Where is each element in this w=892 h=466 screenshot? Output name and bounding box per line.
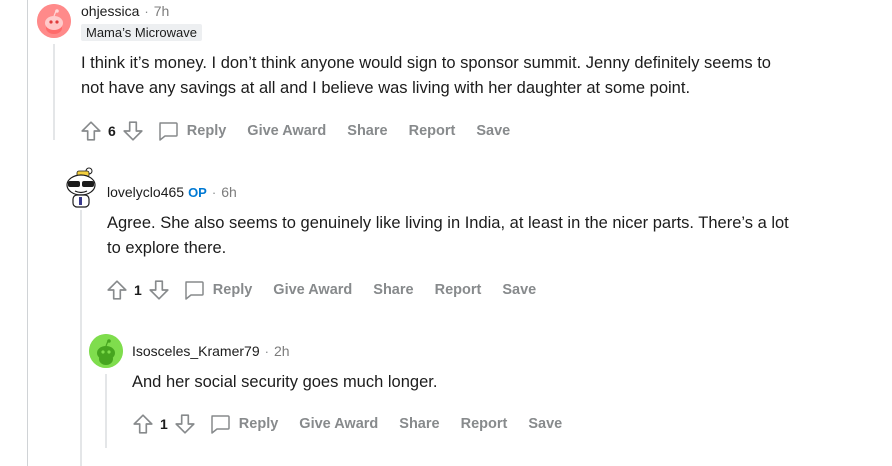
avatar[interactable] — [63, 165, 99, 209]
author-link[interactable]: Isosceles_Kramer79 — [132, 343, 260, 359]
thread-guide-line[interactable] — [80, 210, 82, 466]
comment-text-line: to explore there. — [107, 239, 227, 257]
report-button[interactable]: Report — [409, 123, 456, 139]
reply-label: Reply — [212, 282, 253, 298]
reddit-snoo-icon — [37, 4, 71, 38]
comment-body: And her social security goes much longer… — [132, 370, 872, 395]
reply-button[interactable]: Reply — [156, 119, 227, 143]
comment: lovelyclo465 OP · 6h Agree. She also see… — [107, 181, 877, 261]
comment-actions: 1 Reply Give Award Share Report Save — [130, 410, 562, 438]
share-button[interactable]: Share — [373, 282, 413, 298]
comment-body: Agree. She also seems to genuinely like … — [107, 211, 877, 261]
upvote-button[interactable] — [130, 411, 156, 437]
thread-guide-line[interactable] — [53, 44, 55, 140]
comment: Isosceles_Kramer79 · 2h And her social s… — [132, 340, 872, 395]
reply-label: Reply — [238, 416, 279, 432]
avatar[interactable] — [89, 334, 123, 368]
comment-bubble-icon — [211, 415, 230, 434]
save-button[interactable]: Save — [502, 282, 536, 298]
separator-dot: · — [211, 184, 217, 200]
comment-bubble-icon — [159, 122, 178, 141]
upvote-icon — [107, 280, 127, 300]
comment-thread: ohjessica · 7h Mama’s Microwave I think … — [0, 0, 892, 466]
vote-count: 6 — [108, 123, 116, 139]
comment-text-line: not have any savings at all and I believ… — [81, 79, 691, 97]
comment-text-line: And her social security goes much longer… — [132, 373, 438, 391]
report-button[interactable]: Report — [461, 416, 508, 432]
comment-meta: lovelyclo465 OP · 6h — [107, 181, 877, 203]
report-button[interactable]: Report — [435, 282, 482, 298]
comment-actions: 1 Reply Give Award Share Report Save — [104, 276, 536, 304]
give-award-button[interactable]: Give Award — [273, 282, 352, 298]
downvote-icon — [123, 121, 143, 141]
reply-button[interactable]: Reply — [182, 278, 253, 302]
upvote-button[interactable] — [104, 277, 130, 303]
comment: ohjessica · 7h Mama’s Microwave I think … — [81, 0, 871, 101]
separator-dot: · — [144, 3, 149, 19]
thread-edge-line — [27, 0, 28, 466]
comment-text-line: I think it’s money. I don’t think anyone… — [81, 54, 771, 72]
downvote-button[interactable] — [172, 411, 198, 437]
downvote-button[interactable] — [120, 118, 146, 144]
share-button[interactable]: Share — [347, 123, 387, 139]
upvote-button[interactable] — [78, 118, 104, 144]
give-award-button[interactable]: Give Award — [247, 123, 326, 139]
upvote-icon — [133, 414, 153, 434]
reddit-snoo-icon — [89, 334, 123, 368]
downvote-icon — [149, 280, 169, 300]
thread-guide-line[interactable] — [105, 374, 107, 448]
upvote-icon — [81, 121, 101, 141]
share-button[interactable]: Share — [399, 416, 439, 432]
reply-label: Reply — [186, 123, 227, 139]
author-link[interactable]: lovelyclo465 — [107, 184, 184, 200]
timestamp[interactable]: 2h — [274, 343, 290, 359]
avatar[interactable] — [37, 4, 71, 38]
reply-button[interactable]: Reply — [208, 412, 279, 436]
timestamp[interactable]: 7h — [154, 3, 170, 19]
give-award-button[interactable]: Give Award — [299, 416, 378, 432]
op-badge: OP — [188, 184, 207, 200]
downvote-icon — [175, 414, 195, 434]
comment-text-line: Agree. She also seems to genuinely like … — [107, 214, 789, 232]
comment-bubble-icon — [185, 281, 204, 300]
vote-count: 1 — [160, 416, 168, 432]
comment-meta: ohjessica · 7h — [81, 0, 871, 22]
user-flair: Mama’s Microwave — [81, 24, 203, 41]
save-button[interactable]: Save — [476, 123, 510, 139]
comment-actions: 6 Reply Give Award Share Report Save — [78, 117, 510, 145]
comment-meta: Isosceles_Kramer79 · 2h — [132, 340, 872, 362]
author-link[interactable]: ohjessica — [81, 3, 139, 19]
separator-dot: · — [264, 343, 269, 359]
vote-count: 1 — [134, 282, 142, 298]
downvote-button[interactable] — [146, 277, 172, 303]
comment-body: I think it’s money. I don’t think anyone… — [81, 51, 871, 101]
timestamp[interactable]: 6h — [221, 184, 237, 200]
save-button[interactable]: Save — [528, 416, 562, 432]
reddit-snoo-icon — [66, 167, 96, 208]
